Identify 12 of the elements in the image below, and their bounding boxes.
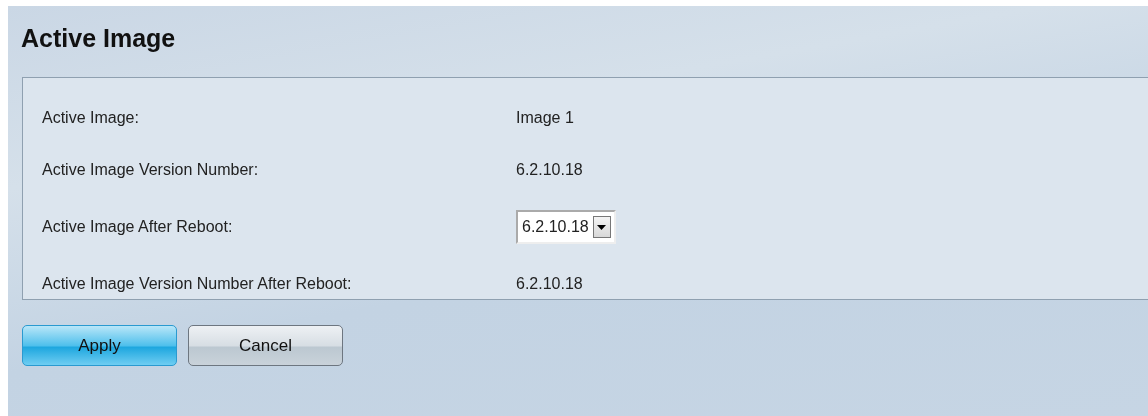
field-label: Active Image: xyxy=(42,109,140,127)
field-label: Active Image After Reboot: xyxy=(42,218,234,236)
caret-icon xyxy=(597,224,607,230)
apply-button[interactable]: Apply xyxy=(22,325,177,366)
field-label: Active Image Version Number: xyxy=(42,161,260,179)
version-dropdown[interactable]: 6.2.10.18 xyxy=(516,210,616,244)
field-value: Image 1 xyxy=(516,109,574,127)
field-value: 6.2.10.18 xyxy=(516,161,583,179)
page-title: Active Image xyxy=(21,24,176,53)
field-value: 6.2.10.18 xyxy=(516,275,583,293)
field-label: Active Image Version Number After Reboot: xyxy=(42,275,353,293)
cancel-button[interactable]: Cancel xyxy=(188,325,343,366)
